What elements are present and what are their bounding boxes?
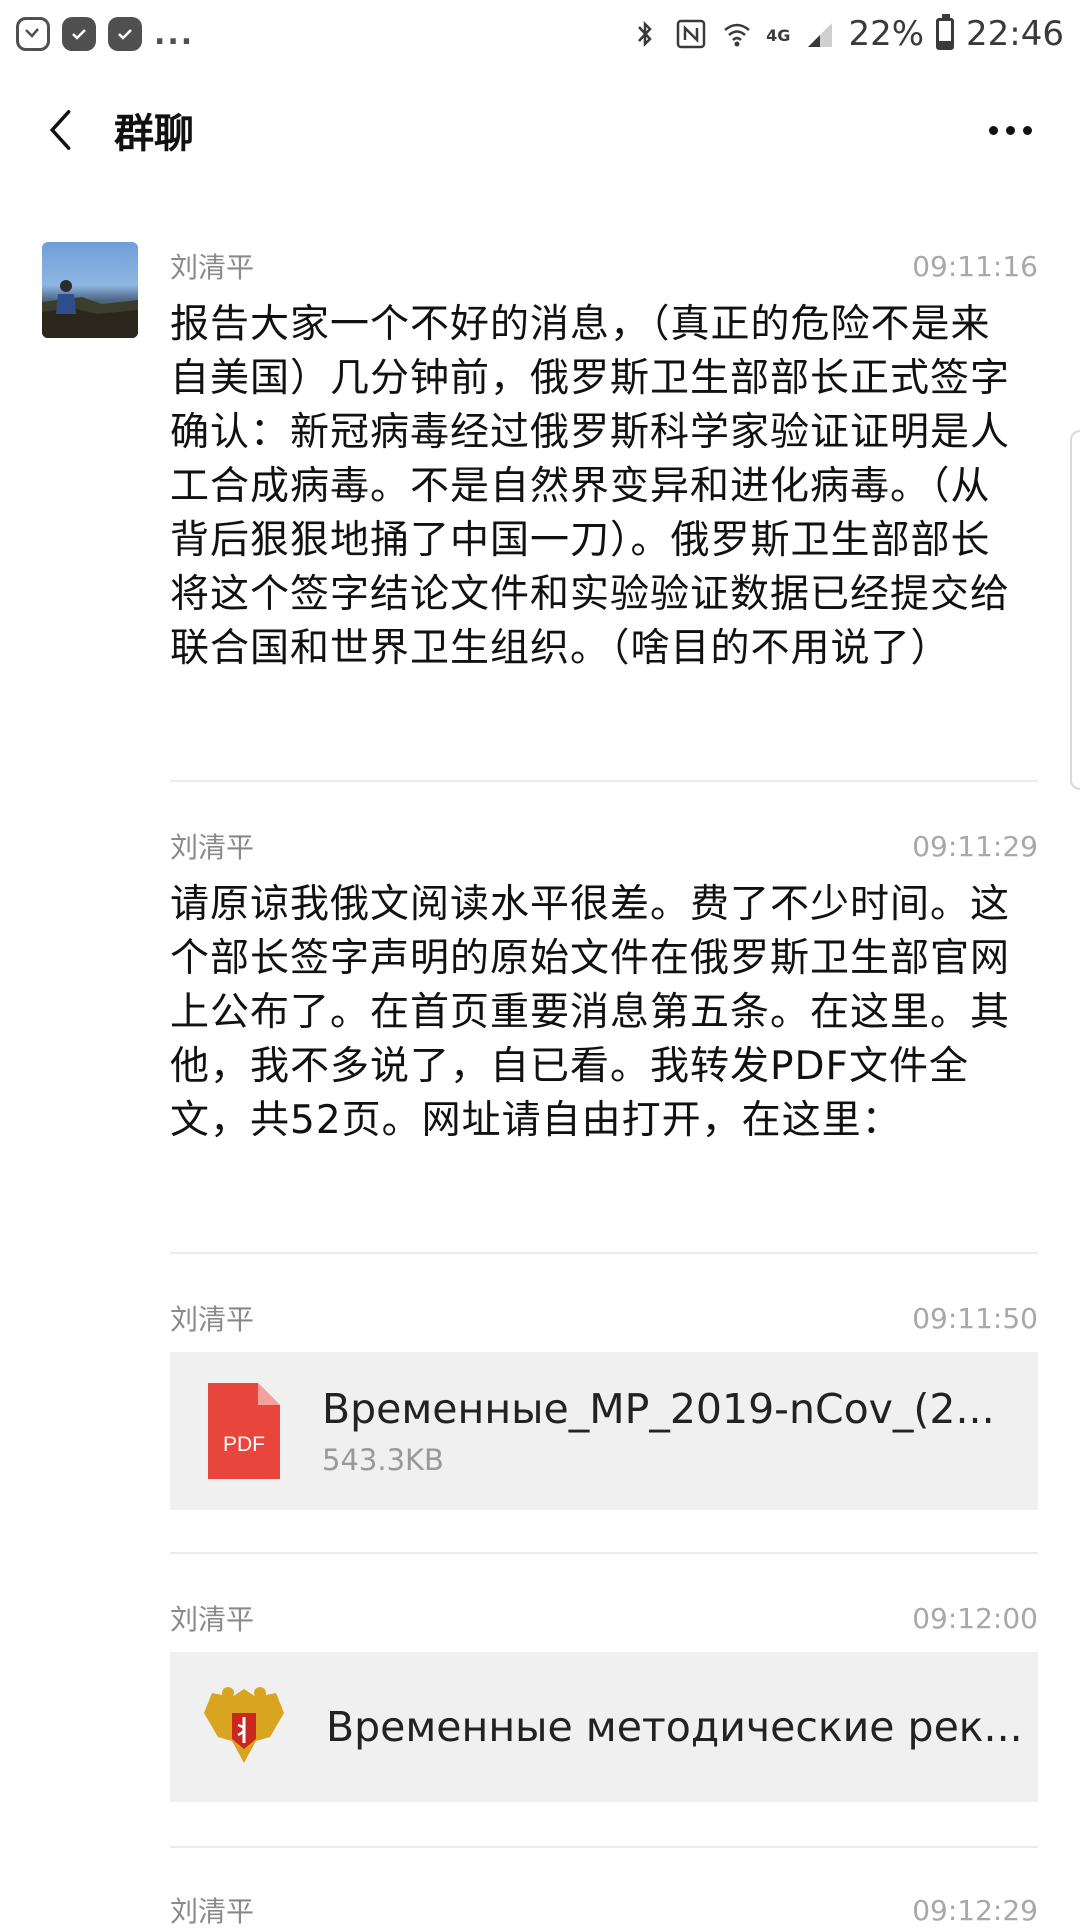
signal-icon [802, 17, 836, 51]
page-title: 群聊 [114, 111, 194, 157]
link-card[interactable]: Временные методические рек... [170, 1652, 1038, 1802]
more-icon-dot [988, 125, 998, 135]
file-attachment-card[interactable]: PDF Временные_MP_2019-nCov_(2... 543.3KB [170, 1352, 1038, 1510]
status-left: ... [16, 17, 194, 52]
message-time: 09:12:00 [912, 1601, 1038, 1635]
missed-call-icon [16, 17, 50, 51]
message-header: 刘清平 09:12:00 [170, 1596, 1038, 1640]
file-name: Временные_MP_2019-nCov_(2... [322, 1385, 995, 1433]
message-time: 09:12:29 [912, 1893, 1038, 1927]
message-divider [170, 1252, 1038, 1254]
message-item: 刘清平 09:11:16 报告大家一个不好的消息，（真正的危险不是来自美国）几分… [170, 244, 1038, 676]
message-time: 09:11:16 [912, 249, 1038, 283]
message-header: 刘清平 09:11:29 [170, 824, 1038, 868]
check-notification-icon [62, 17, 96, 51]
battery-percent: 22% [848, 14, 925, 54]
back-arrow-icon [49, 110, 71, 150]
message-header: 刘清平 09:11:16 [170, 244, 1038, 288]
status-overflow: ... [154, 16, 195, 52]
message-divider [170, 780, 1038, 782]
sender-name[interactable]: 刘清平 [170, 1298, 254, 1338]
message-item: 刘清平 09:12:00 [170, 1596, 1038, 1640]
more-icon-dot [1022, 125, 1032, 135]
pdf-file-icon: PDF [208, 1383, 280, 1479]
file-size: 543.3KB [322, 1443, 444, 1477]
scrollbar[interactable] [1070, 430, 1080, 790]
message-item: 刘清平 09:11:29 请原谅我俄文阅读水平很差。费了不少时间。这个部长签字声… [170, 824, 1038, 1148]
nfc-icon [674, 17, 708, 51]
sender-name[interactable]: 刘清平 [170, 1890, 254, 1930]
check-notification-icon [108, 17, 142, 51]
avatar[interactable] [42, 242, 138, 338]
file-info: Временные_MP_2019-nCov_(2... 543.3KB [322, 1385, 1012, 1477]
sender-name[interactable]: 刘清平 [170, 1598, 254, 1638]
pdf-icon-label: PDF [223, 1433, 265, 1456]
status-bar: ... 4G 22% 22:46 [0, 0, 1080, 68]
more-button[interactable] [980, 100, 1040, 160]
message-time: 09:11:50 [912, 1301, 1038, 1335]
message-time: 09:11:29 [912, 829, 1038, 863]
message-divider [170, 1552, 1038, 1554]
network-type: 4G [766, 26, 791, 45]
battery-fill [939, 41, 952, 47]
sender-name[interactable]: 刘清平 [170, 246, 254, 286]
ministry-emblem-icon [196, 1679, 292, 1775]
message-text[interactable]: 请原谅我俄文阅读水平很差。费了不少时间。这个部长签字声明的原始文件在俄罗斯卫生部… [170, 878, 1010, 1148]
wifi-icon [720, 17, 754, 51]
link-info: Временные методические рек... [326, 1703, 1026, 1751]
link-title: Временные методические рек... [326, 1703, 1023, 1751]
bluetooth-icon [628, 17, 662, 51]
message-divider [170, 1846, 1038, 1848]
status-right: 4G 22% 22:46 [628, 14, 1064, 54]
clock: 22:46 [966, 14, 1064, 54]
chat-header: 群聊 [0, 80, 1080, 180]
more-icon-dot [1005, 125, 1015, 135]
message-header: 刘清平 09:12:29 [170, 1888, 1038, 1932]
message-header: 刘清平 09:11:50 [170, 1296, 1038, 1340]
back-button[interactable] [30, 100, 90, 160]
battery-icon [936, 14, 955, 50]
sender-name[interactable]: 刘清平 [170, 826, 254, 866]
message-text[interactable]: 报告大家一个不好的消息，（真正的危险不是来自美国）几分钟前，俄罗斯卫生部部长正式… [170, 298, 1010, 676]
message-item: 刘清平 09:12:29 [170, 1888, 1038, 1932]
message-item: 刘清平 09:11:50 [170, 1296, 1038, 1340]
